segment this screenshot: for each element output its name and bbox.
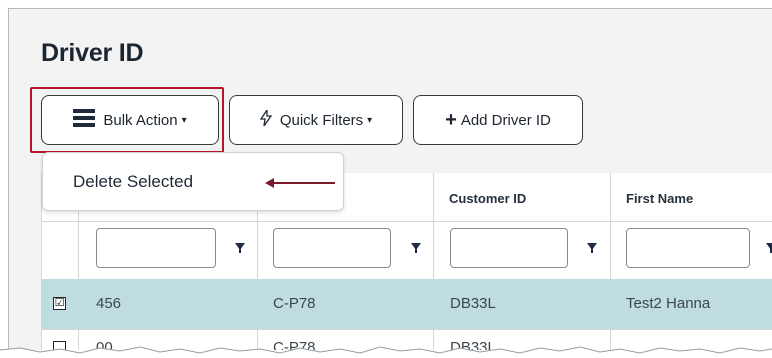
filter-icon[interactable] [766,243,772,253]
code-filter-input[interactable] [273,228,391,268]
cell-id: 456 [96,295,122,312]
cell-customer-id: DB33L [450,295,496,312]
add-driver-id-label: Add Driver ID [460,111,551,129]
lightning-icon [259,107,273,130]
torn-edge [0,346,772,358]
plus-icon: + [445,108,457,131]
customer-id-filter-input[interactable] [450,228,568,268]
bulk-action-label: Bulk Action [103,111,178,129]
delete-selected-menu-item[interactable]: Delete Selected [73,172,193,192]
chevron-down-icon: ▾ [367,114,373,126]
quick-filters-button[interactable]: Quick Filters ▾ [229,95,403,145]
bulk-action-menu: Delete Selected [42,152,344,211]
column-header-first-name[interactable]: First Name [626,191,693,206]
column-header-customer-id[interactable]: Customer ID [449,191,526,206]
filter-icon[interactable] [235,243,245,253]
page-title: Driver ID [41,39,144,67]
arrow-line [273,182,335,184]
quick-filters-label: Quick Filters [279,111,364,129]
row-checkbox[interactable]: ☑ [53,297,66,310]
filter-icon[interactable] [411,243,421,253]
bulk-action-button[interactable]: Bulk Action ▾ [41,95,219,145]
add-driver-id-button[interactable]: + Add Driver ID [413,95,583,145]
first-name-filter-input[interactable] [626,228,750,268]
id-filter-input[interactable] [96,228,216,268]
table-row[interactable]: ☑ 456 C-P78 DB33L Test2 Hanna [41,279,772,329]
app-window: Driver ID Bulk Action ▾ Quick Filters ▾ … [8,8,772,350]
list-icon [73,109,96,131]
cell-code: C-P78 [273,295,316,312]
chevron-down-icon: ▾ [181,114,187,126]
filter-icon[interactable] [587,243,597,253]
cell-first-name: Test2 Hanna [626,295,711,312]
